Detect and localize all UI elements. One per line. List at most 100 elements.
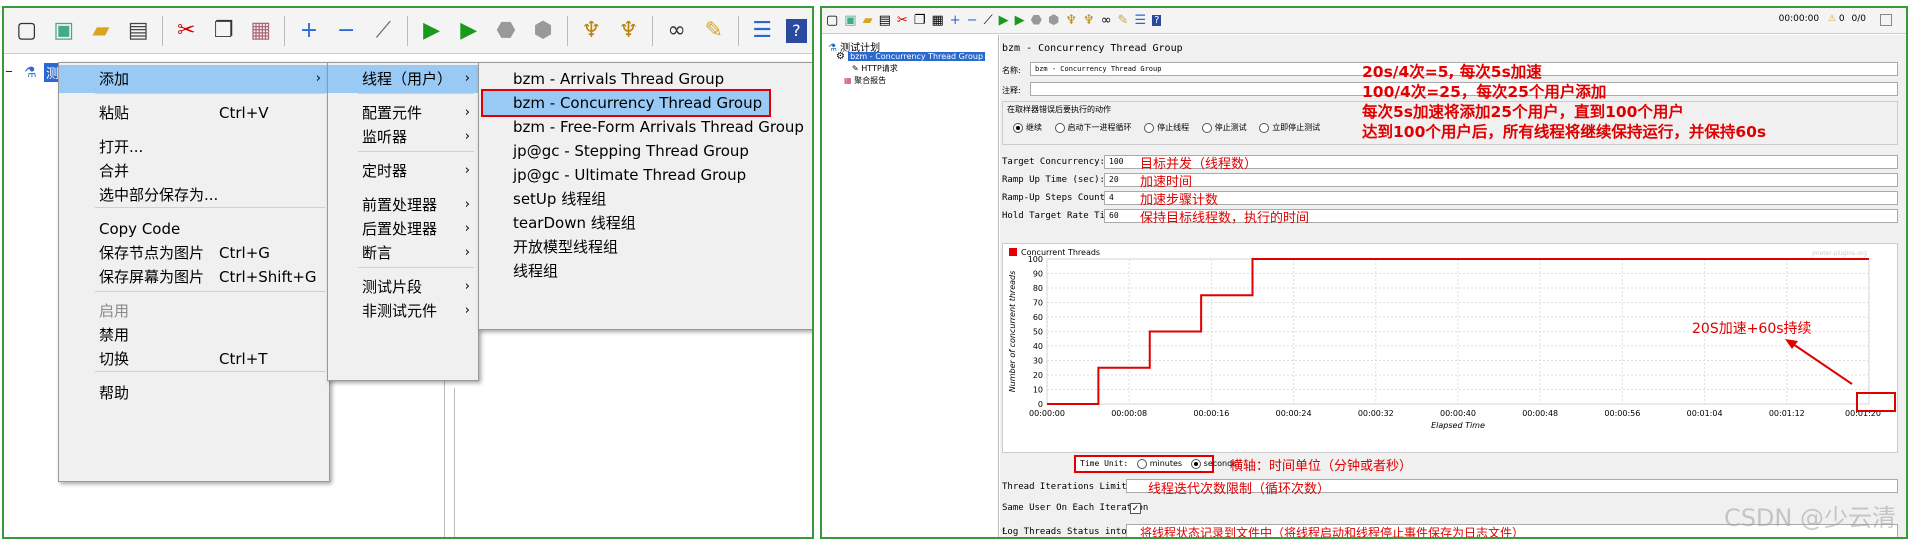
add-submenu-item[interactable]: 非测试元件 › [328,297,478,325]
option-next-loop[interactable]: 启动下一进程循环 [1054,122,1132,133]
open-folder-icon[interactable]: ▰ [863,13,873,28]
field-label: Hold Target Rate Time (sec): [1002,211,1154,221]
help-icon[interactable]: ? [785,18,808,43]
context-menu-item[interactable]: 切换 Ctrl+T [59,345,329,373]
menu-separator [358,267,474,268]
clear-all-icon[interactable]: ♆ [615,17,642,45]
save-icon[interactable]: ▤ [879,13,891,28]
collapse-icon[interactable]: − [333,17,360,45]
option-label: 停止测试 [1214,123,1247,132]
start-no-pause-icon[interactable]: ▶ [1015,13,1025,28]
menu-item-label: 测试片段 [362,278,423,296]
new-file-icon[interactable]: ▢ [13,17,40,45]
paste-icon[interactable]: ▦ [931,13,943,28]
unit-minutes[interactable]: minutes [1136,458,1182,469]
option-continue[interactable]: 继续 [1013,122,1042,133]
start-icon[interactable]: ▶ [418,17,445,45]
option-stop-now[interactable]: 立即停止测试 [1259,122,1321,133]
copy-icon[interactable]: ❐ [210,17,237,45]
x-tick-label: 00:00:32 [1358,409,1394,418]
templates-icon[interactable]: ▣ [50,17,77,45]
shutdown-icon[interactable]: ⬢ [1048,13,1059,28]
y-tick-label: 80 [1033,284,1043,293]
function-helper-icon[interactable]: ☰ [748,17,775,45]
start-icon[interactable]: ▶ [999,13,1009,28]
add-submenu-item[interactable]: 监听器 › [328,123,478,151]
tree-expander-icon[interactable]: ─ [6,67,12,78]
collapse-icon[interactable]: − [967,13,978,28]
test-plan-icon: ⚗ [24,65,37,81]
help-icon[interactable]: ? [1152,15,1162,26]
field-input[interactable]: 4 [1104,191,1898,205]
x-tick-label: 00:00:08 [1111,409,1147,418]
menu-item-label: 添加 [99,70,130,88]
y-tick-label: 90 [1033,270,1043,279]
iterations-label: Thread Iterations Limit: [1002,482,1133,492]
field-input[interactable]: 20 [1104,173,1898,187]
search-binoculars-icon[interactable]: ∞ [663,17,690,45]
start-no-pause-icon[interactable]: ▶ [455,17,482,45]
field-note: 目标并发（线程数） [1140,157,1258,172]
expand-icon[interactable]: + [950,13,961,28]
submenu-arrow-icon: › [464,71,470,86]
stop-icon[interactable]: ⬣ [492,17,519,45]
option-stop-thread[interactable]: 停止线程 [1144,122,1189,133]
cut-icon[interactable]: ✂ [897,13,908,28]
log-status-note: 将线程状态记录到文件中（将线程启动和线程停止事件保存为日志文件） [1140,526,1525,539]
field-note: 加速时间 [1140,175,1193,190]
tree-thread-group[interactable]: bzm - Concurrency Thread Group [848,52,986,61]
thread-group-item[interactable]: 线程组 [479,257,812,285]
context-menu-item[interactable]: 选中部分保存为... [59,181,329,209]
tree-area: ─ ⚗ 测 [4,55,66,537]
reset-search-icon[interactable]: ✎ [700,17,727,45]
context-menu-item[interactable]: 保存屏幕为图片 Ctrl+Shift+G [59,263,329,291]
add-submenu-item[interactable]: 断言 › [328,239,478,267]
context-menu: 添加 › 粘贴 Ctrl+V 打开... 合并 选中部分保存为... Copy Code 保存节… [58,62,330,482]
option-stop-test[interactable]: 停止测试 [1201,122,1247,133]
templates-icon[interactable]: ▣ [844,13,856,28]
field-label: Target Concurrency: [1002,157,1105,167]
scroll-left-icon[interactable]: ‹ [1002,525,1006,535]
save-icon[interactable]: ▤ [125,17,152,45]
legend-label: Concurrent Threads [1021,248,1100,257]
clear-icon[interactable]: ♆ [578,17,605,45]
cut-icon[interactable]: ✂ [173,17,200,45]
option-label: 立即停止测试 [1272,123,1321,132]
same-user-checkbox[interactable]: ✓ [1130,503,1141,514]
field-note: 加速步骤计数 [1140,193,1219,208]
toggle-icon[interactable]: ⟋ [984,13,993,28]
open-folder-icon[interactable]: ▰ [87,17,114,45]
error-action-title: 在取样器错误后要执行的动作 [1007,105,1111,114]
menu-item-label: 保存节点为图片 [99,244,205,262]
y-tick-label: 20 [1033,371,1043,380]
tree-aggregate-report[interactable]: 聚合报告 [854,76,886,85]
menu-item-label: setUp 线程组 [513,190,607,208]
expand-icon[interactable]: + [295,17,322,45]
http-sampler-icon: ✎ [852,64,859,73]
tree-http-request[interactable]: HTTP请求 [861,64,897,73]
function-helper-icon[interactable]: ☰ [1134,13,1146,28]
add-submenu-item[interactable]: 定时器 › [328,157,478,185]
context-menu-item[interactable]: 帮助 [59,379,329,407]
paste-icon[interactable]: ▦ [247,17,274,45]
context-menu-item[interactable]: 添加 › [59,65,329,93]
shutdown-icon[interactable]: ⬢ [530,17,557,45]
copy-icon[interactable]: ❐ [914,13,926,28]
main-toolbar: ▢ ▣ ▰ ▤ ✂ ❐ ▦ + − ⟋ ▶ ▶ ⬣ ⬢ ♆ ♆ ∞ ✎ ☰ ? [4,8,812,54]
add-submenu-item[interactable]: 线程（用户） › [328,65,478,93]
context-menu-item[interactable]: 粘贴 Ctrl+V [59,99,329,127]
menu-item-label: 粘贴 [99,104,130,122]
new-file-icon[interactable]: ▢ [826,13,838,28]
menu-item-label: jp@gc - Ultimate Thread Group [513,166,747,184]
reset-search-icon[interactable]: ✎ [1118,13,1129,28]
menu-item-shortcut: Ctrl+V [219,104,269,122]
clear-icon[interactable]: ♆ [1065,13,1077,28]
menu-item-label: 后置处理器 [362,220,438,238]
stop-icon[interactable]: ⬣ [1031,13,1042,28]
report-icon: ▦ [844,76,852,85]
search-binoculars-icon[interactable]: ∞ [1101,13,1112,28]
y-tick-label: 0 [1038,400,1043,409]
clear-all-icon[interactable]: ♆ [1083,13,1095,28]
toggle-icon[interactable]: ⟋ [370,17,397,45]
right-screenshot: ▢ ▣ ▰ ▤ ✂ ❐ ▦ + − ⟋ ▶ ▶ ⬣ ⬢ ♆ ♆ ∞ ✎ ☰ ? … [820,6,1908,539]
